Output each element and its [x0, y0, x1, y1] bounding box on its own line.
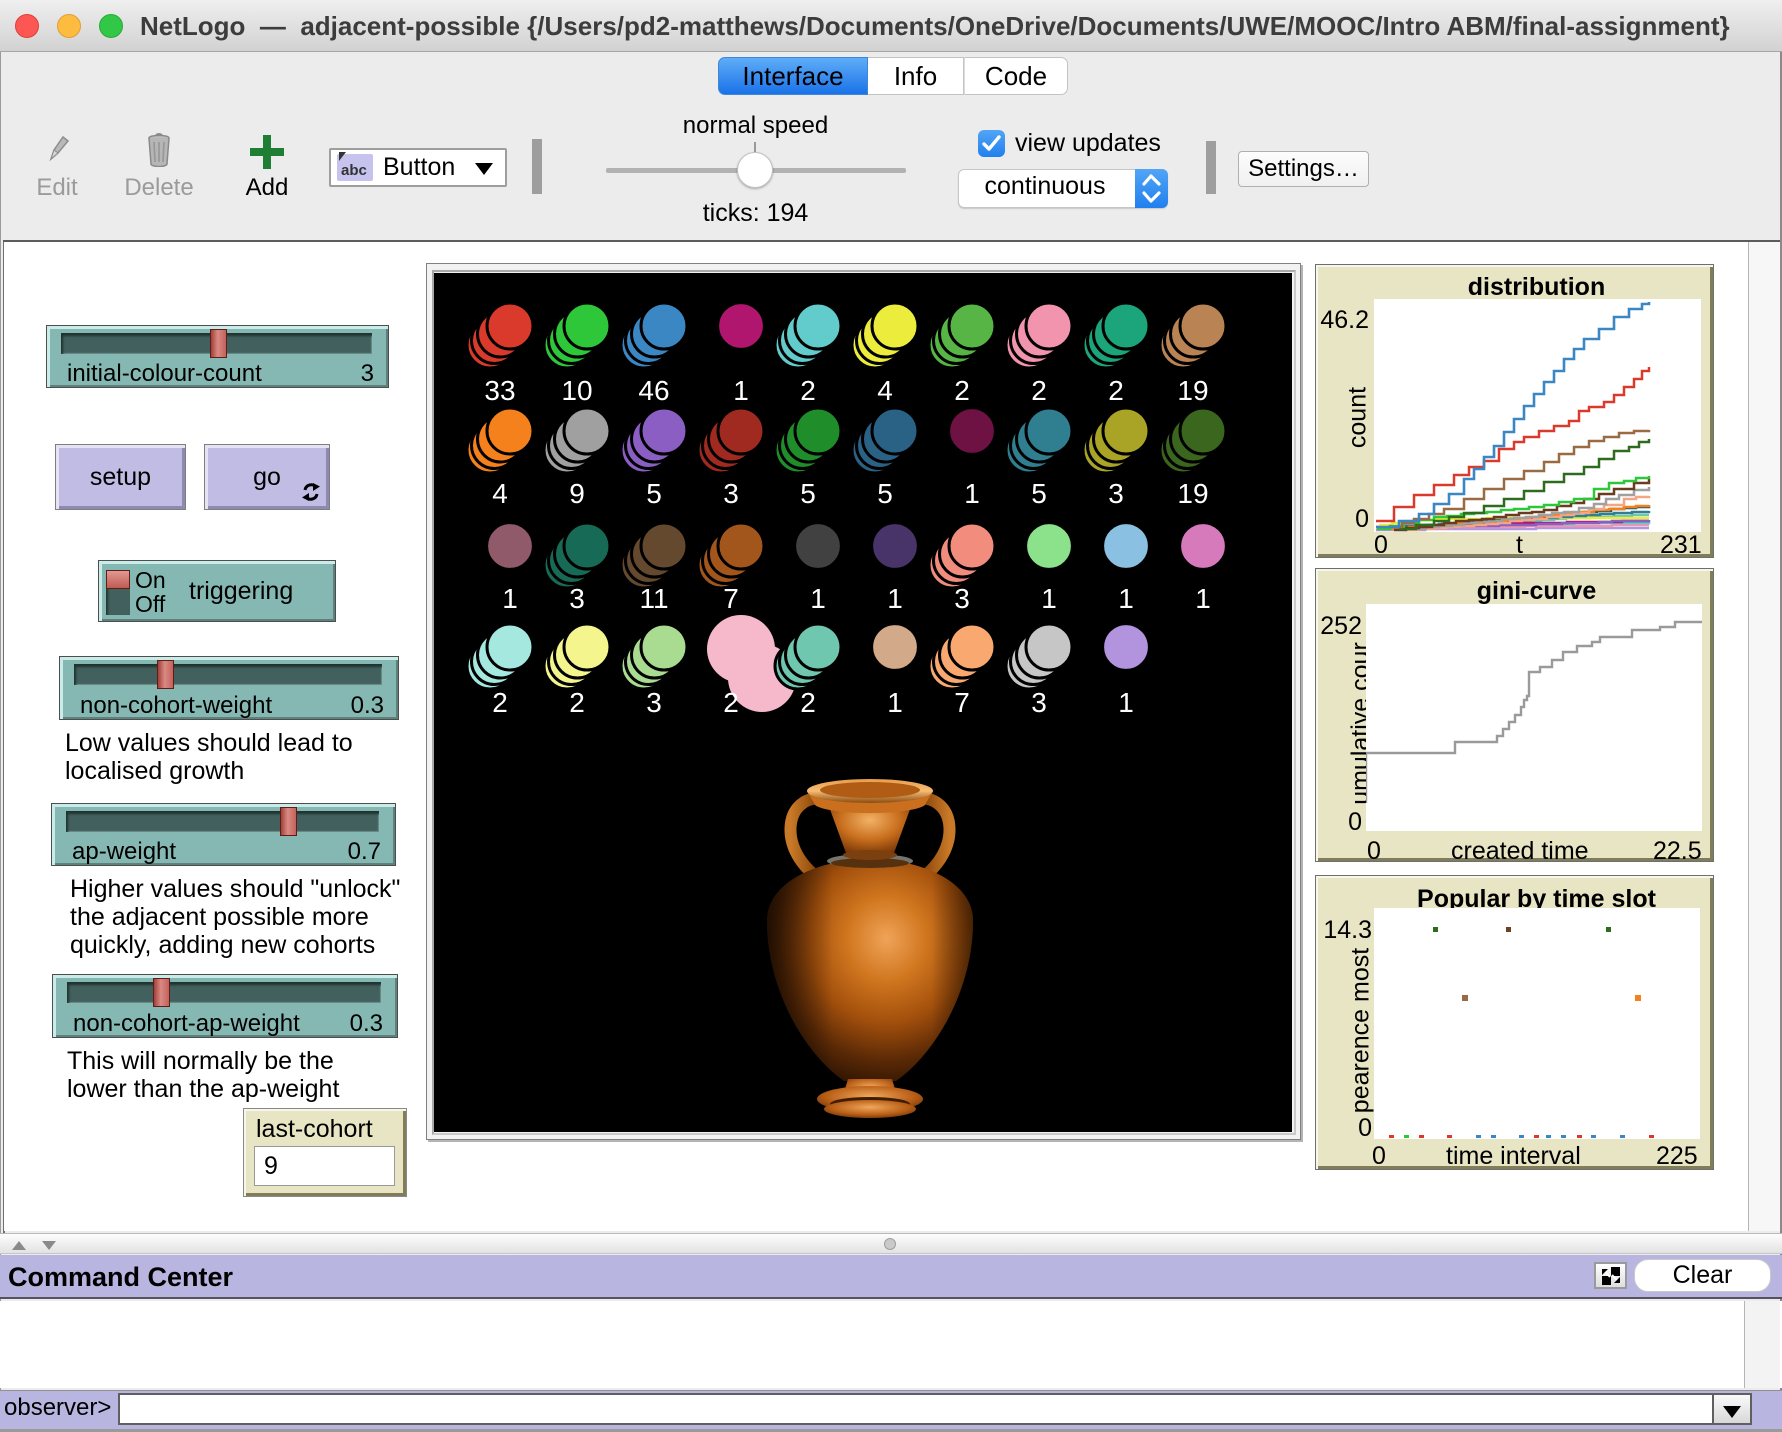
svg-text:2: 2 — [569, 687, 585, 718]
svg-text:1: 1 — [887, 583, 903, 614]
svg-text:4: 4 — [877, 375, 893, 406]
svg-text:1: 1 — [733, 375, 749, 406]
svg-text:10: 10 — [561, 375, 592, 406]
svg-text:3: 3 — [1031, 687, 1047, 718]
svg-text:19: 19 — [1177, 375, 1208, 406]
svg-text:1: 1 — [1041, 583, 1057, 614]
svg-text:2: 2 — [800, 687, 816, 718]
svg-text:1: 1 — [810, 583, 826, 614]
svg-text:4: 4 — [492, 478, 508, 509]
svg-text:1: 1 — [1118, 583, 1134, 614]
svg-text:1: 1 — [1195, 583, 1211, 614]
svg-text:46: 46 — [638, 375, 669, 406]
svg-text:1: 1 — [502, 583, 518, 614]
svg-text:2: 2 — [723, 687, 739, 718]
svg-text:2: 2 — [1108, 375, 1124, 406]
svg-text:3: 3 — [1108, 478, 1124, 509]
svg-text:19: 19 — [1177, 478, 1208, 509]
svg-text:1: 1 — [887, 687, 903, 718]
svg-text:2: 2 — [1031, 375, 1047, 406]
svg-text:1: 1 — [964, 478, 980, 509]
svg-text:7: 7 — [723, 583, 739, 614]
svg-text:11: 11 — [639, 583, 668, 614]
svg-text:5: 5 — [800, 478, 816, 509]
svg-text:3: 3 — [569, 583, 585, 614]
svg-text:3: 3 — [646, 687, 662, 718]
svg-text:7: 7 — [954, 687, 970, 718]
svg-text:2: 2 — [954, 375, 970, 406]
svg-text:5: 5 — [1031, 478, 1047, 509]
svg-text:5: 5 — [877, 478, 893, 509]
svg-text:9: 9 — [569, 478, 585, 509]
svg-text:2: 2 — [800, 375, 816, 406]
svg-text:1: 1 — [1118, 687, 1134, 718]
svg-text:5: 5 — [646, 478, 662, 509]
svg-text:3: 3 — [723, 478, 739, 509]
svg-text:2: 2 — [492, 687, 508, 718]
svg-text:3: 3 — [954, 583, 970, 614]
svg-text:33: 33 — [484, 375, 515, 406]
